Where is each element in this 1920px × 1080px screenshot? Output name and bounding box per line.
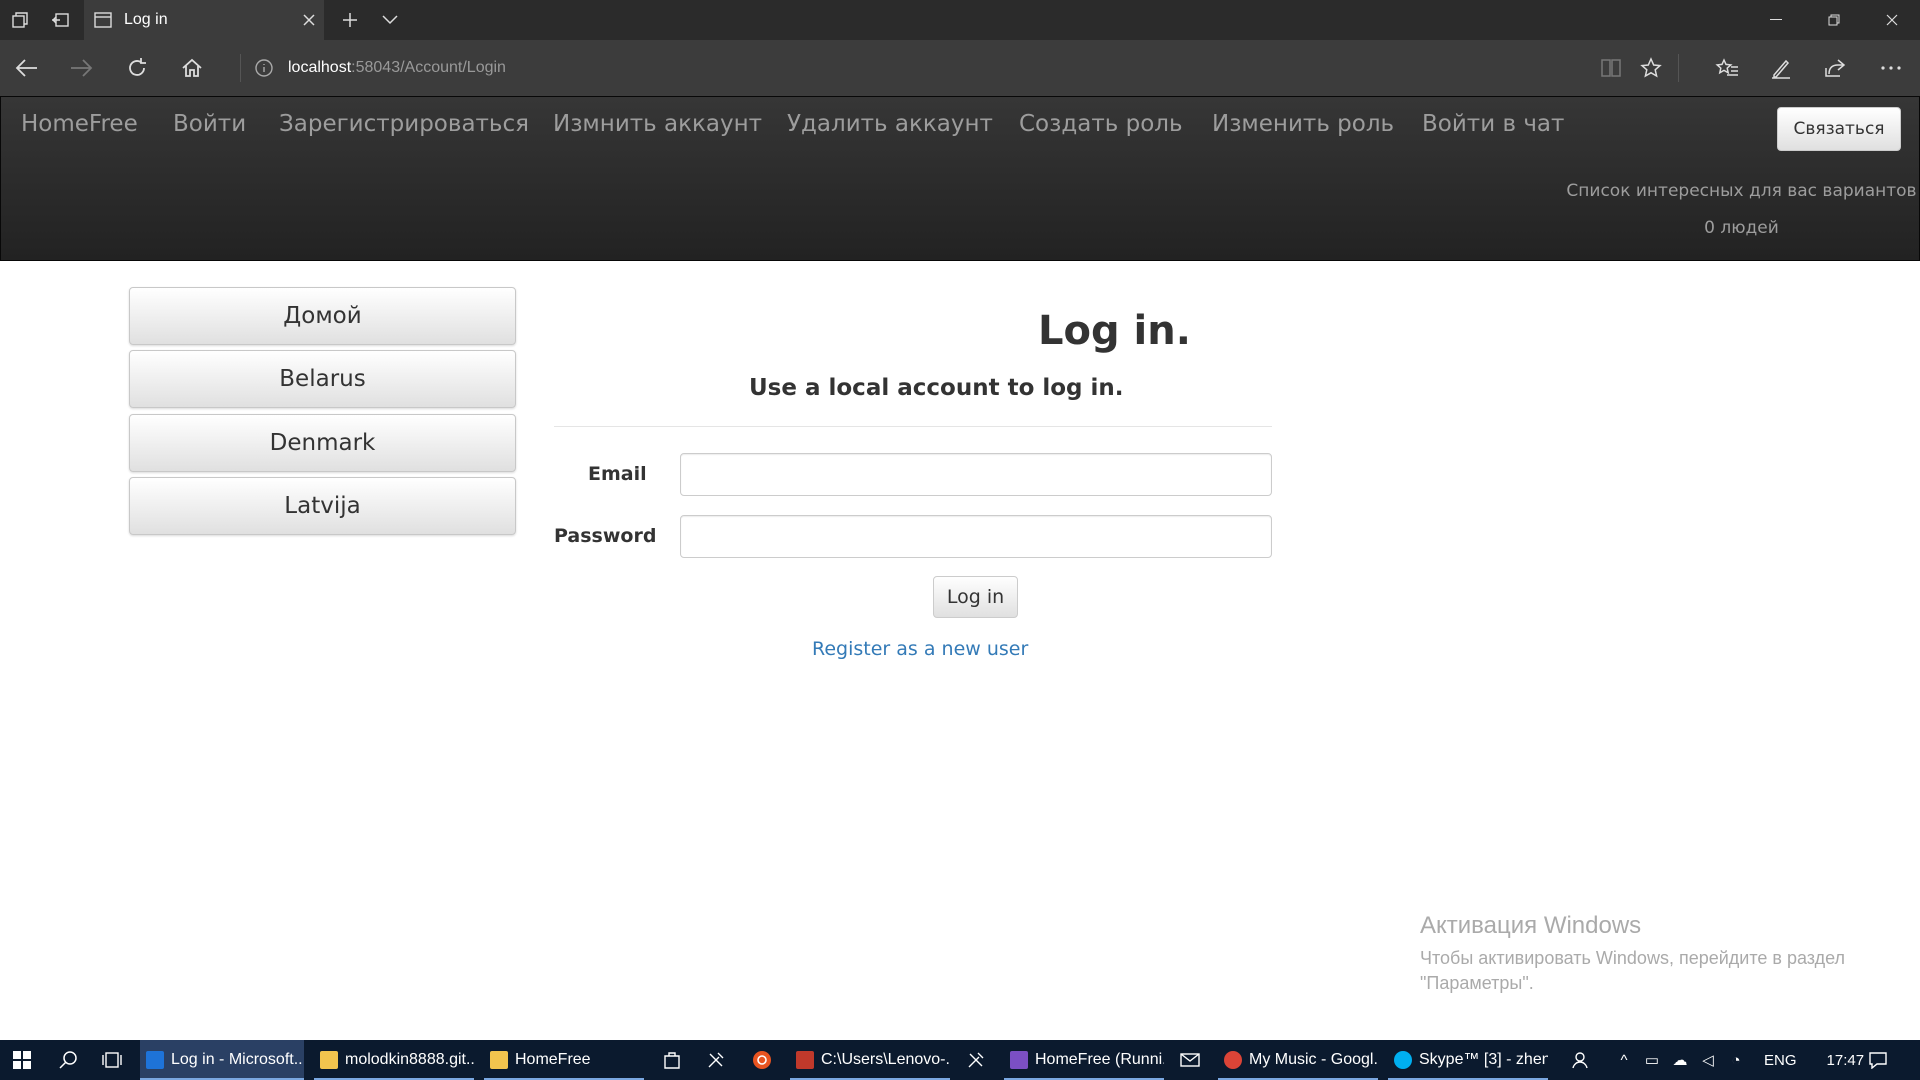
sidebar-item-home[interactable]: Домой	[129, 287, 516, 345]
divider	[554, 426, 1272, 427]
nav-register[interactable]: Зарегистрироваться	[279, 111, 529, 141]
browser-tab-bar: Log in	[0, 0, 1920, 40]
nav-edit-role[interactable]: Изменить роль	[1212, 111, 1394, 141]
tab-login[interactable]: Log in	[84, 0, 324, 40]
tools-icon[interactable]	[694, 1040, 738, 1080]
minimize-icon[interactable]	[1748, 0, 1804, 40]
tab-title: Log in	[124, 11, 168, 28]
store-icon[interactable]	[650, 1040, 694, 1080]
email-field[interactable]	[680, 453, 1272, 496]
favorites-hub-icon[interactable]	[1700, 40, 1754, 96]
activation-watermark-text: Чтобы активировать Windows, перейдите в …	[1420, 948, 1846, 993]
battery-icon[interactable]: ▭	[1638, 1051, 1666, 1069]
info-icon[interactable]	[254, 58, 274, 78]
tabs-aside-icon[interactable]	[40, 0, 80, 40]
taskbar-app-visual-studio[interactable]: HomeFree (Runni...	[1004, 1040, 1164, 1080]
chevron-down-icon[interactable]	[370, 0, 410, 40]
nav-delete-account[interactable]: Удалить аккаунт	[787, 111, 993, 141]
share-icon[interactable]	[1808, 40, 1862, 96]
window-close-icon[interactable]	[1864, 0, 1920, 40]
sidebar-item-denmark[interactable]: Denmark	[129, 414, 516, 472]
pen-notes-icon[interactable]	[1754, 40, 1808, 96]
taskbar-app-label: Skype™ [3] - zhen...	[1419, 1051, 1548, 1068]
forward-arrow-icon[interactable]	[54, 40, 108, 96]
taskbar-app-label: HomeFree	[515, 1051, 591, 1068]
activation-watermark-title: Активация Windows	[1420, 912, 1642, 939]
url-field[interactable]: localhost:58043/Account/Login	[244, 48, 1544, 88]
page-subtitle: Use a local account to log in.	[749, 375, 1124, 401]
login-button[interactable]: Log in	[933, 576, 1018, 618]
task-view-icon[interactable]	[90, 1040, 134, 1080]
taskbar-app-label: C:\Users\Lenovo-...	[821, 1051, 950, 1068]
volume-icon[interactable]: ◁	[1694, 1051, 1722, 1069]
ubuntu-icon[interactable]	[740, 1040, 784, 1080]
taskbar-app-folder-homefree[interactable]: HomeFree	[484, 1040, 644, 1080]
more-options-icon[interactable]	[1864, 40, 1918, 96]
onedrive-icon[interactable]: ☁	[1666, 1051, 1694, 1069]
tools-icon[interactable]	[954, 1040, 998, 1080]
site-navbar: HomeFree Войти Зарегистрироваться Измнит…	[0, 96, 1920, 261]
url-host: localhost	[288, 59, 352, 76]
nav-create-role[interactable]: Создать роль	[1019, 111, 1183, 141]
page-icon	[94, 12, 112, 28]
chrome-icon	[1224, 1051, 1242, 1069]
wifi-icon[interactable]: ◔	[1722, 1052, 1750, 1069]
search-icon[interactable]	[46, 1040, 90, 1080]
suggestions-info: Список интересных для вас вариантов 0 лю…	[1564, 181, 1919, 255]
taskbar-app-label: molodkin8888.git...	[345, 1051, 474, 1068]
skype-icon	[1394, 1051, 1412, 1069]
close-icon[interactable]	[294, 0, 324, 40]
new-tab-icon[interactable]	[330, 0, 370, 40]
back-arrow-icon[interactable]	[0, 40, 54, 96]
system-tray: ^ ▭ ☁ ◁ ◔ ENG 17:47	[1610, 1040, 1864, 1080]
page-title: Log in.	[1038, 308, 1191, 354]
suggestions-title: Список интересных для вас вариантов	[1566, 181, 1917, 201]
language-indicator[interactable]: ENG	[1764, 1052, 1797, 1069]
taskbar-app-chrome[interactable]: My Music - Googl...	[1218, 1040, 1378, 1080]
taskbar-app-label: HomeFree (Runni...	[1035, 1051, 1164, 1068]
toolbar-separator	[1678, 54, 1679, 82]
register-link[interactable]: Register as a new user	[812, 638, 1028, 660]
folder-icon	[320, 1051, 338, 1069]
contact-button[interactable]: Связаться	[1777, 107, 1901, 151]
tab-set-aside-icon[interactable]	[0, 0, 40, 40]
restore-icon[interactable]	[1806, 0, 1862, 40]
sidebar-item-belarus[interactable]: Belarus	[129, 350, 516, 408]
folder-icon	[490, 1051, 508, 1069]
taskbar-app-folder-git[interactable]: molodkin8888.git...	[314, 1040, 474, 1080]
nav-enter-chat[interactable]: Войти в чат	[1422, 111, 1564, 141]
people-icon[interactable]	[1560, 1040, 1604, 1080]
home-icon[interactable]	[165, 40, 219, 96]
taskbar-app-edge[interactable]: Log in - Microsoft...	[140, 1040, 304, 1080]
taskbar-app-terminal[interactable]: C:\Users\Lenovo-...	[790, 1040, 950, 1080]
sidebar-item-latvija[interactable]: Latvija	[129, 477, 516, 535]
taskbar-app-label: My Music - Googl...	[1249, 1051, 1378, 1068]
favorite-star-icon[interactable]	[1624, 40, 1678, 96]
edge-icon	[146, 1051, 164, 1069]
password-field[interactable]	[680, 515, 1272, 558]
mail-icon[interactable]	[1168, 1040, 1212, 1080]
taskbar: Log in - Microsoft... molodkin8888.git..…	[0, 1040, 1920, 1080]
password-label: Password	[554, 525, 657, 547]
url-separator	[240, 54, 241, 82]
suggestions-count: 0 людей	[1704, 218, 1779, 238]
refresh-icon[interactable]	[110, 40, 164, 96]
visual-studio-icon	[1010, 1051, 1028, 1069]
chevron-up-icon[interactable]: ^	[1610, 1052, 1638, 1069]
windows-start-icon[interactable]	[0, 1040, 44, 1080]
notifications-icon[interactable]	[1856, 1040, 1900, 1080]
address-bar: localhost:58043/Account/Login	[0, 40, 1920, 96]
taskbar-app-label: Log in - Microsoft...	[171, 1051, 304, 1068]
email-label: Email	[588, 463, 647, 485]
taskbar-app-skype[interactable]: Skype™ [3] - zhen...	[1388, 1040, 1548, 1080]
nav-login[interactable]: Войти	[173, 111, 246, 141]
url-path: :58043/Account/Login	[351, 59, 506, 76]
nav-edit-account[interactable]: Измнить аккаунт	[553, 111, 762, 141]
brand-link[interactable]: HomeFree	[21, 111, 138, 141]
terminal-icon	[796, 1051, 814, 1069]
